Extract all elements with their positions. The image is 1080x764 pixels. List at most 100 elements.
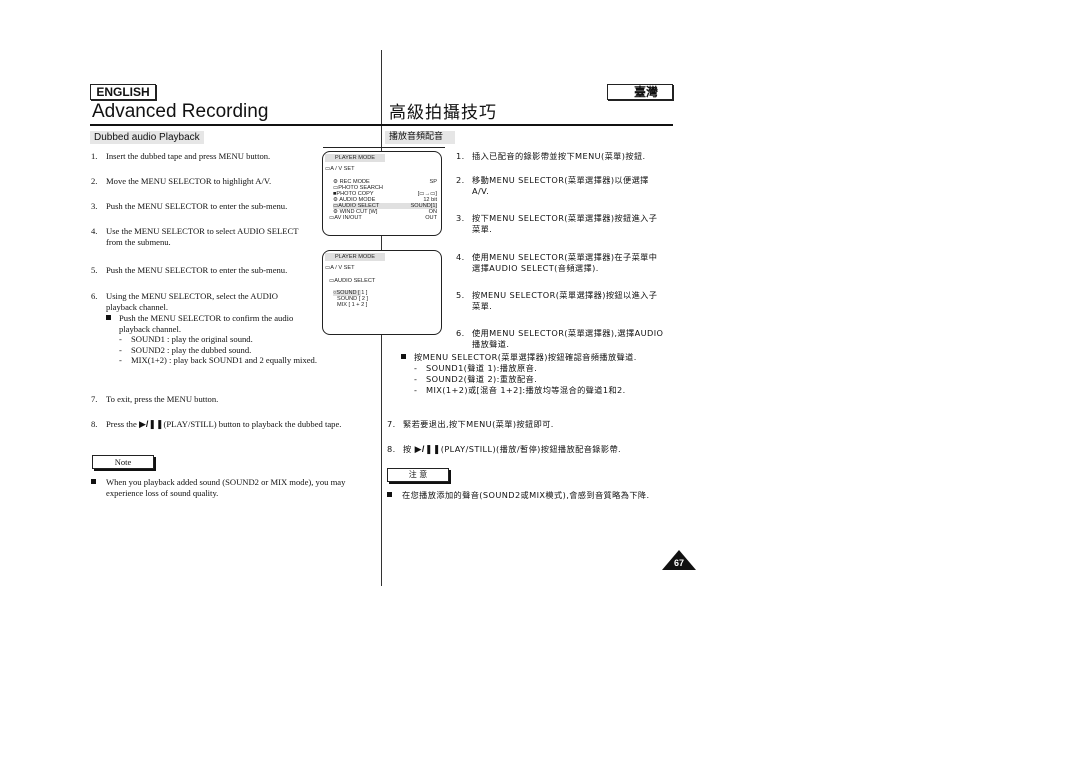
dash-item: - SOUND2 : play the dubbed sound. bbox=[119, 344, 252, 355]
dash-text: SOUND1 : play the original sound. bbox=[131, 334, 253, 344]
step-en-2: 2. Move the MENU SELECTOR to highlight A/… bbox=[91, 176, 316, 187]
page-title-chinese: 高級拍攝技巧 bbox=[389, 103, 497, 123]
step-number: 1. bbox=[456, 151, 465, 161]
osd-header: PLAYER MODE bbox=[325, 154, 385, 162]
step-text: To exit, press the MENU button. bbox=[106, 394, 219, 404]
language-label-taiwan: 臺灣 bbox=[607, 84, 673, 100]
step-number: 2. bbox=[91, 176, 98, 186]
bullet-square-icon bbox=[91, 479, 96, 484]
header-rule bbox=[90, 124, 673, 126]
language-label-taiwan-text: 臺灣 bbox=[633, 85, 658, 99]
step-number: 4. bbox=[456, 252, 465, 262]
step-tw-5: 5. 按MENU SELECTOR(菜單選擇器)按鈕以進入子 菜單. bbox=[456, 290, 676, 312]
step-text: 按MENU SELECTOR(菜單選擇器)按鈕以進入子 bbox=[472, 290, 658, 300]
osd-header: PLAYER MODE bbox=[325, 253, 385, 261]
bullet-square-icon bbox=[387, 492, 392, 497]
step-text: Push the MENU SELECTOR to enter the sub-… bbox=[106, 265, 288, 275]
step-tw-7: 7. 緊若要退出,按下MENU(菜單)按鈕即可. bbox=[387, 419, 677, 430]
step-number: 8. bbox=[91, 419, 98, 429]
note-text: When you playback added sound (SOUND2 or… bbox=[106, 477, 346, 487]
dash-item: - MIX(1+2) : play back SOUND1 and 2 equal… bbox=[119, 355, 317, 365]
step-text: 使用MENU SELECTOR(菜單選擇器),選擇AUDIO bbox=[472, 328, 664, 338]
step-number: 6. bbox=[91, 291, 98, 301]
dash-text: SOUND1(聲道 1):播放原音. bbox=[426, 363, 538, 373]
bullet-square-icon bbox=[401, 354, 406, 359]
step-text: Push the MENU SELECTOR to enter the sub-… bbox=[106, 201, 288, 211]
dash-text: MIX(1+2) : play back SOUND1 and 2 equall… bbox=[131, 355, 317, 365]
step-number: 6. bbox=[456, 328, 465, 338]
step-text: Press the bbox=[106, 419, 137, 429]
step-text: Use the MENU SELECTOR to select AUDIO SE… bbox=[106, 226, 299, 236]
page-number-badge: 67 bbox=[662, 550, 696, 570]
dash-text: SOUND2 : play the dubbed sound. bbox=[131, 344, 252, 355]
step-text: 緊若要退出,按下MENU(菜單)按鈕即可. bbox=[403, 419, 554, 429]
sub-bullet-text: 按MENU SELECTOR(菜單選擇器)按鈕確認音頻播放聲道. bbox=[414, 352, 637, 362]
step-text: 移動MENU SELECTOR(菜單選擇器)以便選擇 bbox=[472, 175, 649, 185]
page-number: 67 bbox=[673, 558, 684, 568]
step-text: Insert the dubbed tape and press MENU bu… bbox=[106, 151, 271, 161]
step-number: 5. bbox=[456, 290, 465, 300]
step-tw-2: 2. 移動MENU SELECTOR(菜單選擇器)以便選擇 A/V. bbox=[456, 175, 676, 197]
play-still-icon: ▶/❚❚ bbox=[138, 419, 164, 429]
dash-item: - MIX(1+2)或[混音 1+2]:播放均等混合的聲道1和2. bbox=[414, 385, 626, 395]
step-number: 2. bbox=[456, 175, 465, 185]
note-label-chinese: 注 意 bbox=[387, 468, 449, 482]
step-en-5: 5. Push the MENU SELECTOR to enter the su… bbox=[91, 265, 316, 276]
note-label-english: Note bbox=[92, 455, 154, 469]
language-label-english: ENGLISH bbox=[90, 84, 156, 100]
step-text: 按下MENU SELECTOR(菜單選擇器)按鈕進入子 bbox=[472, 213, 658, 223]
step-text: 按 bbox=[403, 444, 412, 454]
step-text: 使用MENU SELECTOR(菜單選擇器)在子菜單中 bbox=[472, 252, 658, 262]
step-text: (PLAY/STILL) button to playback the dubb… bbox=[163, 419, 342, 429]
bullet-square-icon bbox=[106, 315, 111, 320]
sub-bullet-tw: 按MENU SELECTOR(菜單選擇器)按鈕確認音頻播放聲道. - SOUND1… bbox=[401, 352, 691, 396]
dash-item: - SOUND1 : play the original sound. bbox=[119, 334, 253, 344]
osd-folder: ▭A / V SET bbox=[325, 166, 355, 172]
sub-bullet-text: Push the MENU SELECTOR to confirm the au… bbox=[119, 313, 294, 323]
step-en-4: 4. Use the MENU SELECTOR to select AUDIO … bbox=[91, 226, 331, 247]
section-title-english: Dubbed audio Playback bbox=[90, 131, 204, 144]
osd-subfolder: ▭AUDIO SELECT bbox=[329, 278, 376, 284]
step-en-7: 7. To exit, press the MENU button. bbox=[91, 394, 376, 405]
step-number: 7. bbox=[387, 419, 396, 429]
step-text: 插入已配音的錄影帶並按下MENU(菜單)按鈕. bbox=[472, 151, 646, 161]
step-text-cont: 選擇AUDIO SELECT(音頻選擇). bbox=[472, 263, 599, 273]
step-number: 4. bbox=[91, 226, 98, 236]
dash-text: MIX(1+2)或[混音 1+2]:播放均等混合的聲道1和2. bbox=[426, 385, 626, 395]
step-text: (PLAY/STILL)(播放/暫停)按鈕播放配音錄影帶. bbox=[440, 444, 622, 454]
osd-folder: ▭A / V SET bbox=[325, 265, 355, 271]
step-number: 7. bbox=[91, 394, 98, 404]
step-tw-4: 4. 使用MENU SELECTOR(菜單選擇器)在子菜單中 選擇AUDIO SE… bbox=[456, 252, 676, 274]
step-tw-3: 3. 按下MENU SELECTOR(菜單選擇器)按鈕進入子 菜單. bbox=[456, 213, 676, 235]
step-number: 8. bbox=[387, 444, 396, 454]
step-number: 1. bbox=[91, 151, 98, 161]
note-text: 在您播放添加的聲音(SOUND2或MIX模式),會感到音質略為下降. bbox=[402, 490, 650, 500]
step-text-cont: 菜單. bbox=[472, 224, 493, 234]
step-text-cont: A/V. bbox=[472, 186, 490, 196]
step-text: Using the MENU SELECTOR, select the AUDI… bbox=[106, 291, 278, 301]
page-title-english: Advanced Recording bbox=[92, 101, 269, 122]
dash-item: - SOUND2(聲道 2):重放配音. bbox=[414, 374, 538, 384]
step-en-8: 8. Press the ▶/❚❚(PLAY/STILL) button to p… bbox=[91, 419, 381, 430]
step-tw-1: 1. 插入已配音的錄影帶並按下MENU(菜單)按鈕. bbox=[456, 151, 676, 162]
dash-item: - SOUND1(聲道 1):播放原音. bbox=[414, 363, 538, 373]
osd-item: ▭AV IN/OUT OUT bbox=[329, 215, 437, 221]
step-number: 3. bbox=[91, 201, 98, 211]
osd-menu-av-set: PLAYER MODE ▭A / V SET ⚙ REC MODE SP ▭PHO… bbox=[322, 151, 442, 236]
step-number: 5. bbox=[91, 265, 98, 275]
step-text-cont: 播放聲道. bbox=[472, 339, 510, 349]
osd-option: MIX [ 1 + 2 ] bbox=[337, 302, 368, 308]
note-text-cont: experience loss of sound quality. bbox=[106, 487, 219, 498]
step-tw-8: 8. 按 ▶/❚❚(PLAY/STILL)(播放/暫停)按鈕播放配音錄影帶. bbox=[387, 444, 682, 455]
step-tw-6: 6. 使用MENU SELECTOR(菜單選擇器),選擇AUDIO 播放聲道. bbox=[456, 328, 676, 350]
step-number: 3. bbox=[456, 213, 465, 223]
section-rule bbox=[323, 147, 445, 148]
step-text-cont: from the submenu. bbox=[106, 236, 171, 247]
step-en-1: 1. Insert the dubbed tape and press MENU … bbox=[91, 151, 316, 162]
note-text-chinese: 在您播放添加的聲音(SOUND2或MIX模式),會感到音質略為下降. bbox=[387, 490, 682, 501]
step-text-cont: 菜單. bbox=[472, 301, 493, 311]
section-title-chinese: 播放音頻配音 bbox=[385, 131, 455, 144]
note-text-english: When you playback added sound (SOUND2 or… bbox=[91, 477, 376, 498]
play-still-icon: ▶/❚❚ bbox=[414, 444, 441, 454]
step-text: Move the MENU SELECTOR to highlight A/V. bbox=[106, 176, 272, 186]
